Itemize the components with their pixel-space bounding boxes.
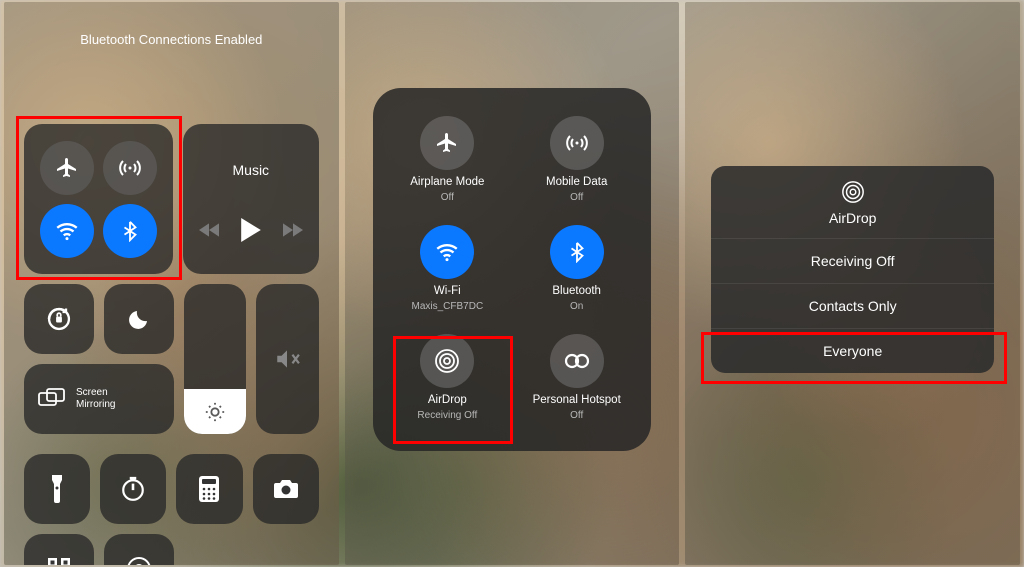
bluetooth-item[interactable]: Bluetooth On <box>522 225 631 312</box>
mobile-data-label: Mobile Data <box>546 176 607 188</box>
connectivity-module[interactable] <box>24 124 173 274</box>
camera-icon <box>273 479 299 499</box>
play-icon[interactable] <box>241 218 261 242</box>
screen-mirroring-button[interactable]: Screen Mirroring <box>24 364 174 434</box>
music-title: Music <box>233 162 270 178</box>
airplane-icon <box>55 156 79 180</box>
airplane-mode-item[interactable]: Airplane Mode Off <box>393 116 502 203</box>
airdrop-sub: Receiving Off <box>417 410 477 421</box>
screen-record-button[interactable] <box>104 534 174 565</box>
calculator-button[interactable] <box>176 454 242 524</box>
airdrop-icon <box>841 180 865 204</box>
control-center-expanded: Airplane Mode Off Mobile Data Off Wi-Fi … <box>345 2 680 565</box>
status-text: Bluetooth Connections Enabled <box>4 32 339 47</box>
airplane-icon <box>435 131 459 155</box>
timer-button[interactable] <box>100 454 166 524</box>
hotspot-label: Personal Hotspot <box>533 394 621 406</box>
wifi-label: Wi-Fi <box>434 285 461 297</box>
airplane-label: Airplane Mode <box>410 176 484 188</box>
brightness-slider[interactable] <box>184 284 246 434</box>
bluetooth-icon <box>119 220 141 242</box>
airdrop-action-sheet: AirDrop Receiving Off Contacts Only Ever… <box>711 166 994 373</box>
calculator-icon <box>199 476 219 502</box>
screen-mirroring-label-2: Mirroring <box>76 399 115 411</box>
airdrop-option-contacts-only[interactable]: Contacts Only <box>711 284 994 329</box>
airdrop-item[interactable]: AirDrop Receiving Off <box>393 334 502 421</box>
flashlight-icon <box>50 475 64 503</box>
hotspot-sub: Off <box>570 410 583 421</box>
wifi-icon <box>54 218 80 244</box>
qr-scanner-button[interactable] <box>24 534 94 565</box>
bluetooth-toggle[interactable] <box>103 204 157 258</box>
airdrop-icon <box>434 348 460 374</box>
wifi-icon <box>434 239 460 265</box>
airdrop-label: AirDrop <box>428 394 467 406</box>
orientation-lock-button[interactable] <box>24 284 94 354</box>
cellular-data-toggle[interactable] <box>103 141 157 195</box>
flashlight-button[interactable] <box>24 454 90 524</box>
mobile-data-sub: Off <box>570 192 583 203</box>
camera-button[interactable] <box>253 454 319 524</box>
music-module[interactable]: Music <box>183 124 319 274</box>
wifi-item[interactable]: Wi-Fi Maxis_CFB7DC <box>393 225 502 312</box>
connectivity-expanded-card: Airplane Mode Off Mobile Data Off Wi-Fi … <box>373 88 652 451</box>
airdrop-option-everyone[interactable]: Everyone <box>711 329 994 373</box>
screen-mirroring-label-1: Screen <box>76 387 115 399</box>
airplane-mode-toggle[interactable] <box>40 141 94 195</box>
volume-mute-icon <box>274 346 300 372</box>
airplane-sub: Off <box>441 192 454 203</box>
airdrop-sheet-title: AirDrop <box>829 210 876 226</box>
moon-icon <box>127 307 151 331</box>
volume-slider[interactable] <box>256 284 318 434</box>
do-not-disturb-button[interactable] <box>104 284 174 354</box>
mobile-data-item[interactable]: Mobile Data Off <box>522 116 631 203</box>
wifi-toggle[interactable] <box>40 204 94 258</box>
screen-mirroring-icon <box>38 388 66 410</box>
hotspot-item[interactable]: Personal Hotspot Off <box>522 334 631 421</box>
timer-icon <box>120 476 146 502</box>
rotation-lock-icon <box>45 305 73 333</box>
wifi-sub: Maxis_CFB7DC <box>411 301 483 312</box>
prev-track-icon[interactable] <box>199 222 219 238</box>
airdrop-sheet-panel: AirDrop Receiving Off Contacts Only Ever… <box>685 2 1020 565</box>
antenna-icon <box>565 131 589 155</box>
airdrop-option-receiving-off[interactable]: Receiving Off <box>711 239 994 284</box>
bluetooth-icon <box>566 241 588 263</box>
bluetooth-sub: On <box>570 301 583 312</box>
antenna-icon <box>118 156 142 180</box>
next-track-icon[interactable] <box>283 222 303 238</box>
bluetooth-label: Bluetooth <box>552 285 601 297</box>
record-icon <box>126 556 152 565</box>
hotspot-icon <box>564 352 590 370</box>
qr-icon <box>47 557 71 565</box>
brightness-icon <box>204 401 226 423</box>
control-center-main: Bluetooth Connections Enabled <box>4 2 339 565</box>
